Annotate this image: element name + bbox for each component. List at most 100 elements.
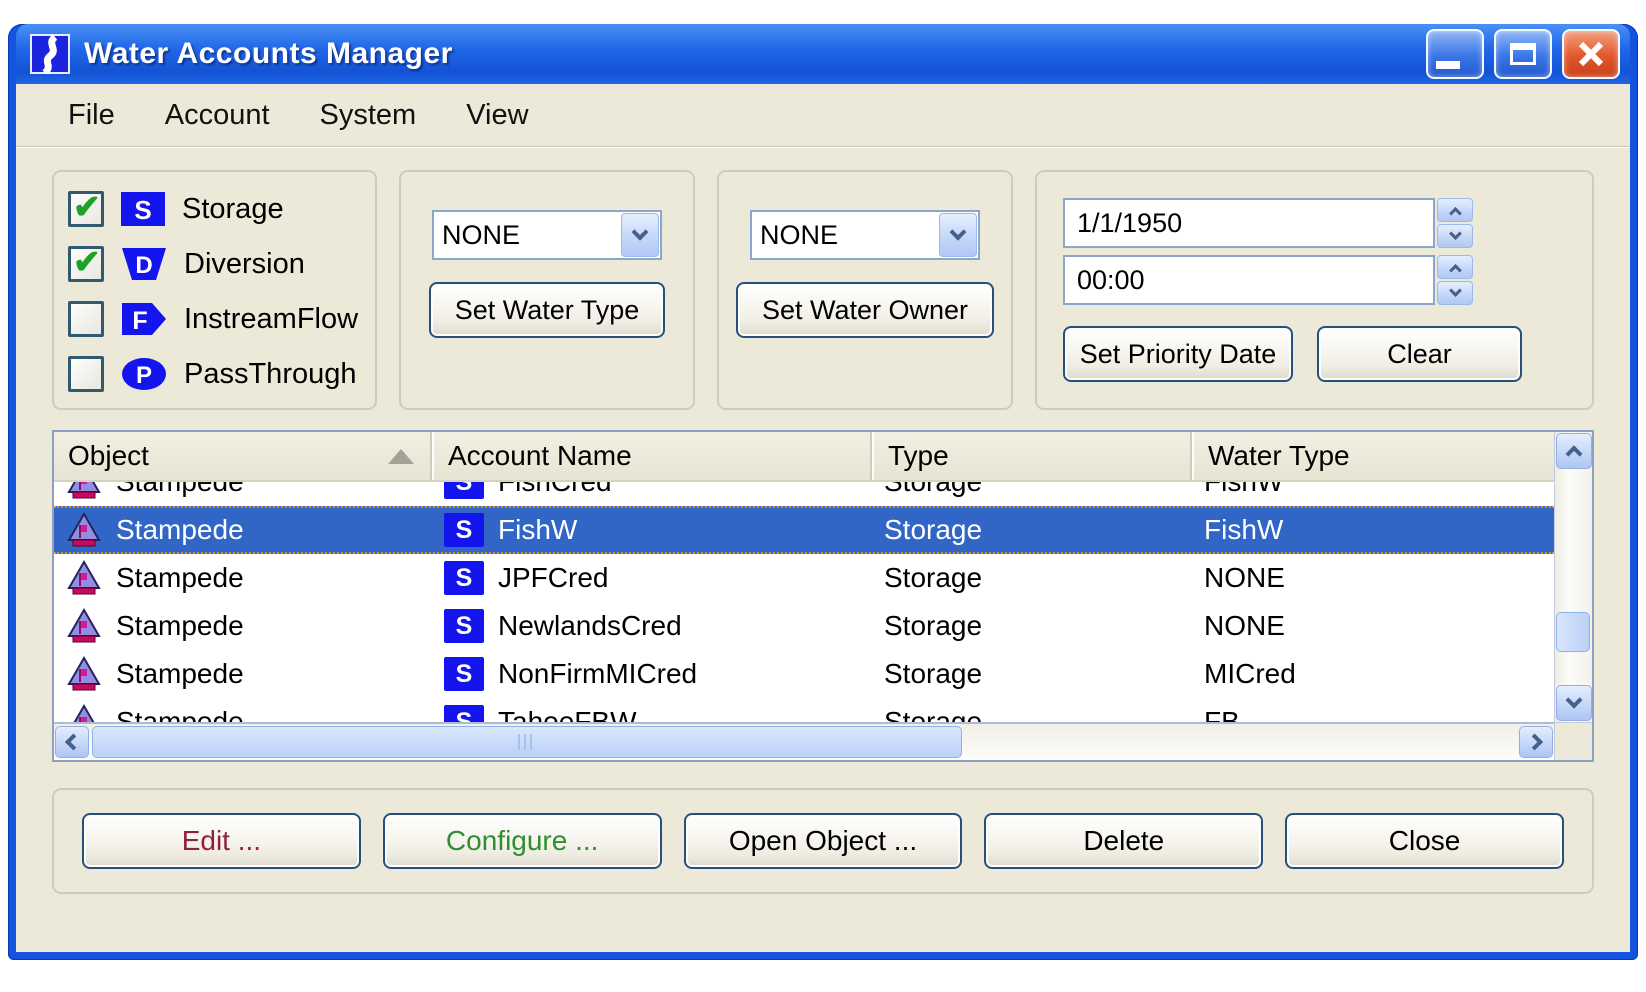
- sort-ascending-icon: [388, 449, 414, 464]
- vertical-scroll-thumb[interactable]: [1556, 612, 1590, 652]
- chevron-up-icon: [1449, 206, 1462, 219]
- column-header-account-name[interactable]: Account Name: [432, 432, 872, 480]
- close-button[interactable]: [1562, 29, 1620, 79]
- water-type: NONE: [1192, 562, 1554, 594]
- menu-system[interactable]: System: [320, 99, 417, 132]
- scroll-left-button[interactable]: [55, 726, 89, 758]
- storage-account-icon: S: [444, 609, 484, 643]
- action-button-group: Edit ... Configure ... Open Object ... D…: [52, 788, 1594, 894]
- column-header-type[interactable]: Type: [872, 432, 1192, 480]
- svg-text:P: P: [136, 362, 152, 389]
- storage-type-icon: S: [120, 191, 166, 227]
- reservoir-icon: [66, 560, 102, 596]
- column-header-object[interactable]: Object: [54, 432, 432, 480]
- account-type-filter-group: S Storage D Diversion: [52, 170, 377, 410]
- open-object-button[interactable]: Open Object ...: [684, 813, 963, 869]
- storage-account-icon: S: [444, 657, 484, 691]
- passthrough-type-icon: P: [120, 356, 168, 392]
- storage-account-icon: S: [444, 482, 484, 499]
- table-row[interactable]: Stampede S JPFCred Storage NONE: [54, 554, 1554, 602]
- account-name: JPFCred: [498, 562, 608, 594]
- filter-passthrough-row: P PassThrough: [68, 351, 375, 397]
- chevron-down-icon: [1566, 692, 1583, 709]
- reservoir-icon: [66, 704, 102, 722]
- passthrough-checkbox[interactable]: [68, 356, 104, 392]
- scroll-down-button[interactable]: [1556, 685, 1592, 721]
- menu-separator: [16, 146, 1630, 148]
- water-type: NONE: [1192, 610, 1554, 642]
- account-type: Storage: [872, 482, 1192, 498]
- passthrough-label: PassThrough: [184, 358, 357, 391]
- minimize-button[interactable]: [1426, 29, 1484, 79]
- time-field[interactable]: 00:00: [1063, 255, 1435, 305]
- column-header-water-type[interactable]: Water Type: [1192, 432, 1554, 480]
- water-type-dropdown-button[interactable]: [621, 213, 659, 257]
- object-name: Stampede: [116, 610, 244, 642]
- diversion-checkbox[interactable]: [68, 246, 104, 282]
- table-row-selected[interactable]: Stampede S FishW Storage FishW: [54, 506, 1554, 554]
- scrollbar-corner: [1554, 722, 1592, 760]
- water-type-combobox[interactable]: NONE: [432, 210, 662, 260]
- date-spin-down-button[interactable]: [1437, 224, 1473, 248]
- chevron-up-icon: [1566, 445, 1583, 462]
- close-dialog-button[interactable]: Close: [1285, 813, 1564, 869]
- scroll-right-button[interactable]: [1519, 726, 1553, 758]
- chevron-up-icon: [1449, 263, 1462, 276]
- account-type: Storage: [872, 514, 1192, 546]
- set-water-owner-button[interactable]: Set Water Owner: [736, 282, 994, 338]
- edit-button[interactable]: Edit ...: [82, 813, 361, 869]
- menu-view[interactable]: View: [466, 99, 528, 132]
- scroll-up-button[interactable]: [1556, 433, 1592, 469]
- account-type: Storage: [872, 658, 1192, 690]
- account-type: Storage: [872, 610, 1192, 642]
- time-spin-down-button[interactable]: [1437, 281, 1473, 305]
- table-row[interactable]: Stampede S NewlandsCred Storage NONE: [54, 602, 1554, 650]
- reservoir-icon: [66, 656, 102, 692]
- horizontal-scrollbar[interactable]: [54, 722, 1554, 760]
- delete-button[interactable]: Delete: [984, 813, 1263, 869]
- instreamflow-type-icon: F: [120, 301, 168, 337]
- svg-text:S: S: [134, 195, 151, 225]
- table-rows-viewport: Stampede S FishCred Storage FishW: [54, 482, 1554, 722]
- water-owner-combobox[interactable]: NONE: [750, 210, 980, 260]
- diversion-type-icon: D: [120, 246, 168, 282]
- table-row[interactable]: Stampede S TahoeFBW Storage FB: [54, 698, 1554, 722]
- storage-checkbox[interactable]: [68, 191, 104, 227]
- chevron-left-icon: [65, 734, 82, 751]
- table-row[interactable]: Stampede S FishCred Storage FishW: [54, 482, 1554, 506]
- water-type-value: NONE: [434, 220, 621, 251]
- menu-account[interactable]: Account: [165, 99, 270, 132]
- date-spin-up-button[interactable]: [1437, 198, 1473, 222]
- chevron-right-icon: [1526, 734, 1543, 751]
- svg-text:D: D: [135, 252, 152, 279]
- set-water-type-button[interactable]: Set Water Type: [429, 282, 666, 338]
- thumb-grip: [518, 734, 536, 750]
- storage-label: Storage: [182, 193, 284, 226]
- object-name: Stampede: [116, 482, 244, 498]
- storage-account-icon: S: [444, 561, 484, 595]
- instreamflow-checkbox[interactable]: [68, 301, 104, 337]
- object-name: Stampede: [116, 514, 244, 546]
- svg-text:F: F: [132, 307, 147, 335]
- table-row[interactable]: Stampede S NonFirmMICred Storage MICred: [54, 650, 1554, 698]
- table-header: Object Account Name Type Water Type: [54, 432, 1554, 482]
- storage-account-icon: S: [444, 705, 484, 722]
- time-spin-up-button[interactable]: [1437, 255, 1473, 279]
- filter-storage-row: S Storage: [68, 186, 375, 232]
- maximize-button[interactable]: [1494, 29, 1552, 79]
- account-name: FishCred: [498, 482, 612, 498]
- water-type: MICred: [1192, 658, 1554, 690]
- instreamflow-label: InstreamFlow: [184, 303, 358, 336]
- clear-priority-date-button[interactable]: Clear: [1317, 326, 1522, 382]
- menu-file[interactable]: File: [68, 99, 115, 132]
- set-priority-date-button[interactable]: Set Priority Date: [1063, 326, 1293, 382]
- water-owner-value: NONE: [752, 220, 939, 251]
- reservoir-icon: [66, 608, 102, 644]
- horizontal-scroll-thumb[interactable]: [92, 726, 962, 758]
- accounts-table: Object Account Name Type Water Type: [52, 430, 1594, 762]
- configure-button[interactable]: Configure ...: [383, 813, 662, 869]
- titlebar[interactable]: Water Accounts Manager: [16, 24, 1630, 84]
- vertical-scrollbar[interactable]: [1554, 432, 1592, 722]
- date-field[interactable]: 1/1/1950: [1063, 198, 1435, 248]
- water-owner-dropdown-button[interactable]: [939, 213, 977, 257]
